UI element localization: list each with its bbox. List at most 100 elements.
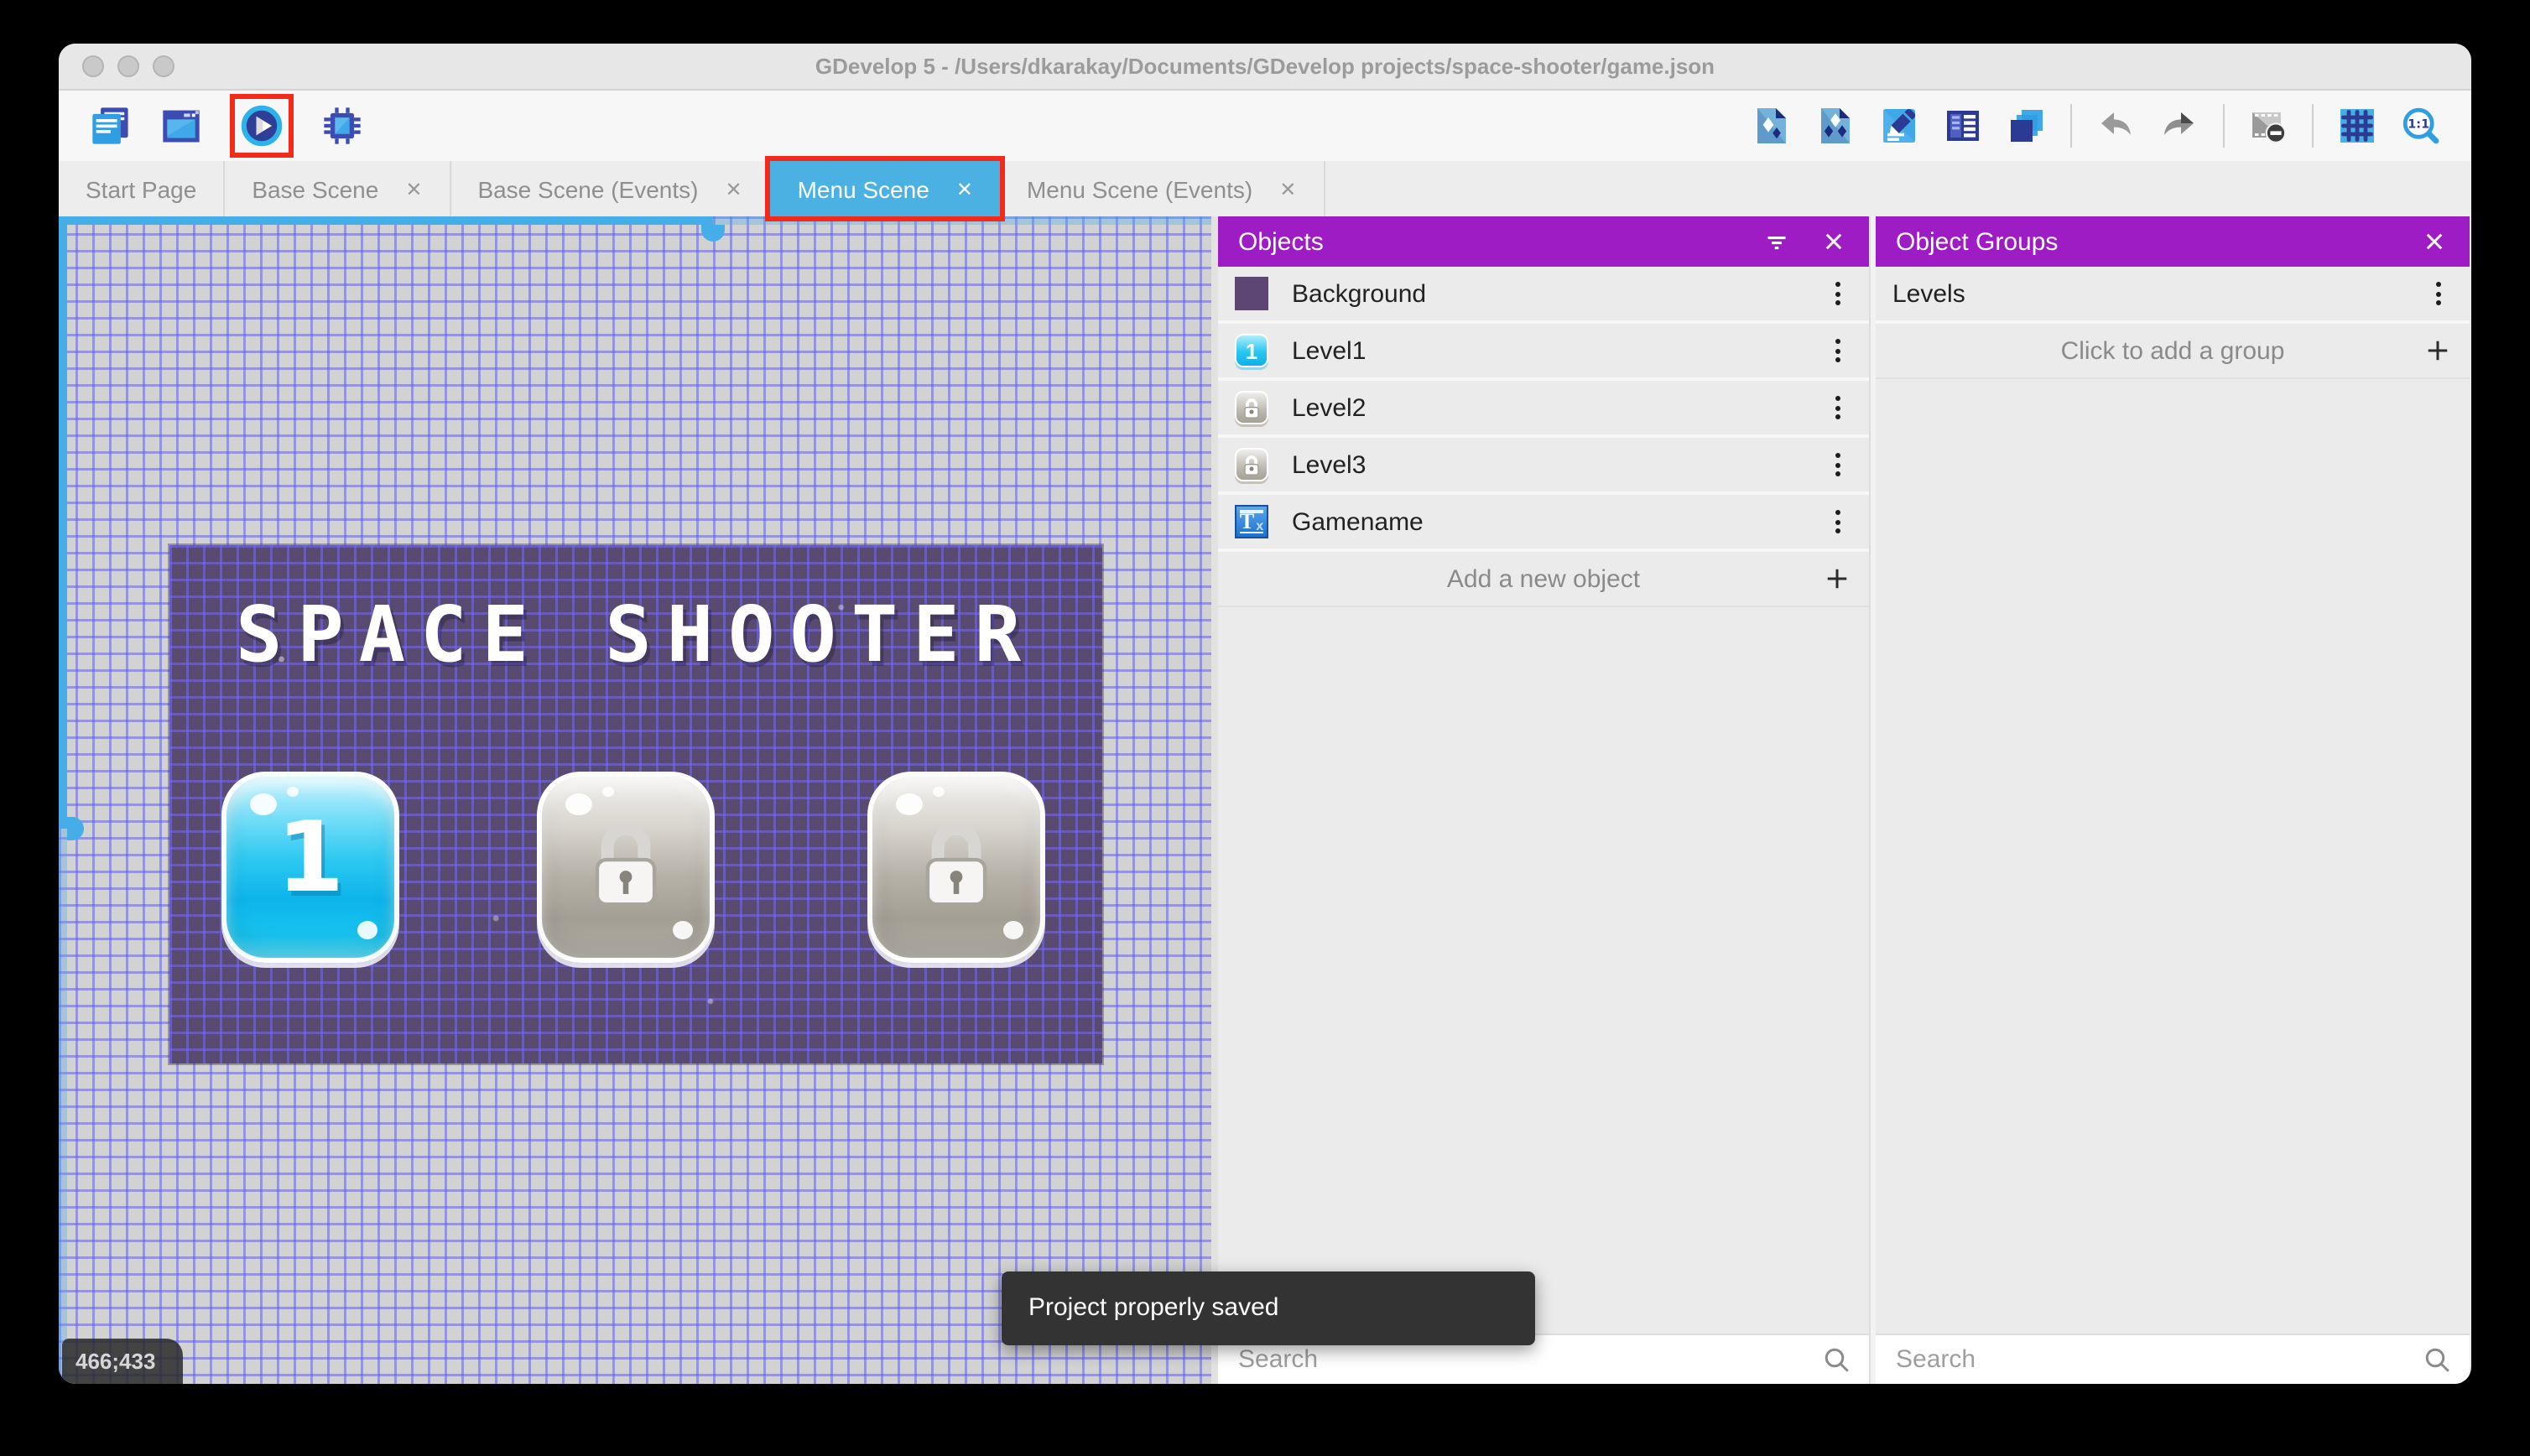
object-groups-panel: Object Groups Levels Click to add a grou…: [1876, 216, 2470, 1384]
tab-menu-scene-events[interactable]: Menu Scene (Events) ✕: [1000, 161, 1325, 216]
object-row-level2[interactable]: Level2: [1218, 381, 1869, 438]
close-tab-icon[interactable]: ✕: [405, 177, 422, 200]
plus-icon[interactable]: [1822, 564, 1852, 594]
gloss-bubble: [933, 788, 945, 798]
screenshot-stage: GDevelop 5 - /Users/dkarakay/Documents/G…: [0, 0, 2530, 1456]
gloss-bubble: [602, 788, 614, 798]
object-groups-list: Levels Click to add a group: [1876, 267, 2470, 1334]
toolbar-separator: [2070, 104, 2072, 148]
add-group-row[interactable]: Click to add a group: [1876, 324, 2470, 379]
tab-label: Base Scene: [252, 175, 378, 202]
gloss-bubble: [673, 921, 693, 939]
object-groups-panel-title: Object Groups: [1896, 227, 2058, 256]
group-row-levels[interactable]: Levels: [1876, 267, 2470, 324]
objects-panel-header: Objects: [1218, 216, 1869, 267]
group-name: Levels: [1892, 279, 1965, 308]
project-manager-icon[interactable]: [89, 104, 133, 148]
undo-icon[interactable]: [2095, 106, 2136, 146]
gdevelop-window: GDevelop 5 - /Users/dkarakay/Documents/G…: [59, 44, 2471, 1384]
tab-label: Start Page: [86, 175, 196, 202]
lock-thumb: [1235, 391, 1268, 424]
gloss-bubble: [357, 921, 377, 939]
filter-icon[interactable]: [1762, 226, 1792, 257]
object-row-level1[interactable]: 1 Level1: [1218, 324, 1869, 381]
menu-scene-preview[interactable]: SPACE SHOOTER 1: [169, 545, 1102, 1063]
object-groups-panel-header: Object Groups: [1876, 216, 2470, 267]
add-object-row[interactable]: Add a new object: [1218, 552, 1869, 607]
kebab-menu-icon[interactable]: [1822, 393, 1852, 423]
toolbar-right-group: 1:1: [1752, 104, 2441, 148]
main-toolbar: 1:1: [59, 91, 2471, 161]
object-row-level3[interactable]: Level3: [1218, 438, 1869, 495]
open-properties-panel-icon[interactable]: [1879, 106, 1919, 146]
close-panel-icon[interactable]: [1819, 226, 1849, 257]
objects-panel: Objects Background: [1218, 216, 1869, 1384]
objects-search-input[interactable]: [1235, 1344, 1822, 1375]
kebab-menu-icon[interactable]: [1822, 335, 1852, 366]
vertical-scrollbar-marker[interactable]: [67, 817, 84, 840]
kebab-menu-icon[interactable]: [1822, 450, 1852, 480]
level3-button[interactable]: [867, 772, 1045, 963]
scene-canvas[interactable]: SPACE SHOOTER 1: [59, 216, 1211, 1384]
panel-divider: [1869, 216, 1876, 1384]
open-instances-list-icon[interactable]: [1943, 106, 1983, 146]
object-row-background[interactable]: Background: [1218, 267, 1869, 324]
lock-thumb: [1235, 448, 1268, 481]
search-icon: [1822, 1344, 1852, 1375]
tab-base-scene[interactable]: Base Scene ✕: [225, 161, 450, 216]
object-name: Level1: [1292, 336, 1366, 365]
play-button-highlight: [230, 94, 294, 158]
objects-list: Background 1 Level1: [1218, 267, 1869, 1334]
tab-base-scene-events[interactable]: Base Scene (Events) ✕: [450, 161, 770, 216]
scene-title-text[interactable]: SPACE SHOOTER: [169, 589, 1102, 679]
svg-text:1:1: 1:1: [2408, 117, 2429, 131]
level2-button[interactable]: [537, 772, 715, 963]
object-name: Level2: [1292, 393, 1366, 422]
horizontal-scrollbar[interactable]: [59, 216, 1211, 225]
object-name: Gamename: [1292, 507, 1424, 536]
open-object-groups-panel-icon[interactable]: [1815, 106, 1856, 146]
title-bar: GDevelop 5 - /Users/dkarakay/Documents/G…: [59, 44, 2471, 91]
editor-tabs: Start Page Base Scene ✕ Base Scene (Even…: [59, 161, 2471, 216]
close-tab-icon[interactable]: ✕: [1279, 177, 1296, 200]
open-layers-panel-icon[interactable]: [2007, 106, 2047, 146]
open-objects-panel-icon[interactable]: [1752, 106, 1792, 146]
cursor-coordinates-badge: 466;433: [62, 1339, 183, 1384]
close-tab-icon[interactable]: ✕: [956, 177, 973, 200]
object-name: Background: [1292, 279, 1426, 308]
toolbar-separator: [2312, 104, 2314, 148]
kebab-menu-icon[interactable]: [1822, 278, 1852, 309]
tab-menu-scene[interactable]: Menu Scene ✕: [771, 161, 1000, 216]
close-tab-icon[interactable]: ✕: [725, 177, 742, 200]
plus-icon[interactable]: [2423, 335, 2453, 366]
lock-icon: [584, 810, 668, 919]
kebab-menu-icon[interactable]: [2423, 278, 2453, 309]
toolbar-separator: [2223, 104, 2225, 148]
vertical-scrollbar[interactable]: [59, 216, 67, 1384]
kebab-menu-icon[interactable]: [1822, 507, 1852, 537]
gloss-bubble: [287, 788, 299, 798]
play-icon[interactable]: [240, 104, 284, 148]
level1-thumb: 1: [1235, 334, 1268, 367]
debug-icon[interactable]: [320, 104, 364, 148]
scene-editor-icon[interactable]: [159, 104, 203, 148]
object-groups-search-bar: [1876, 1334, 2470, 1384]
main-content: SPACE SHOOTER 1: [59, 216, 2471, 1384]
background-thumb: [1235, 277, 1268, 310]
redo-icon[interactable]: [2159, 106, 2199, 146]
close-panel-icon[interactable]: [2419, 226, 2449, 257]
level1-number: 1: [226, 800, 394, 914]
level1-button[interactable]: 1: [221, 772, 399, 963]
horizontal-scrollbar-marker[interactable]: [701, 225, 725, 242]
panel-resize-gutter[interactable]: [1211, 216, 1218, 1384]
lock-icon: [914, 810, 998, 919]
object-groups-search-input[interactable]: [1892, 1344, 2423, 1375]
toggle-grid-icon[interactable]: [2337, 106, 2377, 146]
save-toast: Project properly saved: [1002, 1271, 1535, 1345]
window-title: GDevelop 5 - /Users/dkarakay/Documents/G…: [59, 44, 2471, 89]
tab-start-page[interactable]: Start Page: [59, 161, 225, 216]
add-group-label: Click to add a group: [2061, 336, 2285, 365]
zoom-1-1-icon[interactable]: 1:1: [2401, 106, 2441, 146]
edit-mask-icon[interactable]: [2248, 106, 2288, 146]
object-row-gamename[interactable]: Tx Gamename: [1218, 495, 1869, 552]
